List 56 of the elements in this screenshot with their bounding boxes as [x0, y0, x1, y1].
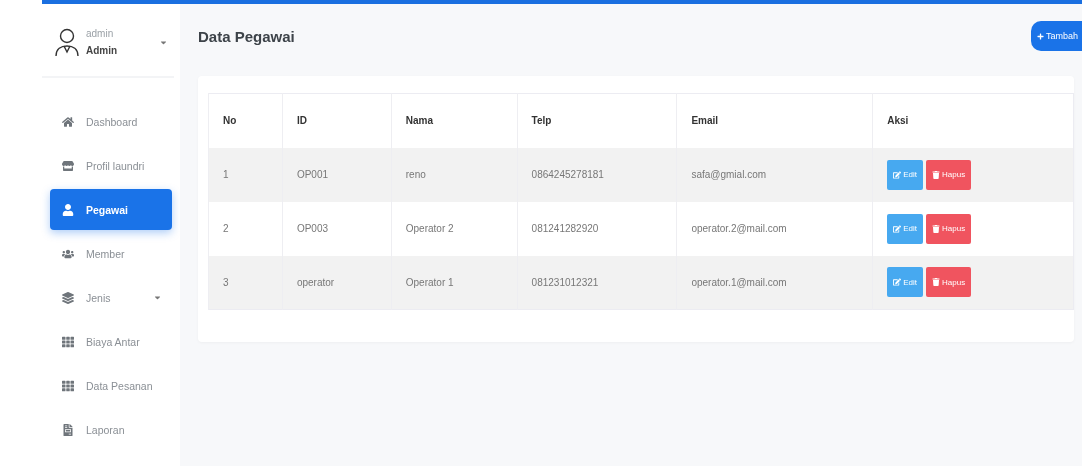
trash-icon [932, 278, 940, 287]
avatar-icon [54, 27, 80, 57]
table-cell: 1 [208, 147, 283, 202]
sidebar-item[interactable]: Jenis [50, 277, 172, 318]
sidebar-item[interactable]: Biaya Antar [50, 321, 172, 362]
store-icon [62, 159, 74, 172]
document-icon [62, 423, 74, 436]
sidebar-item[interactable]: Profil laundri [50, 145, 172, 186]
delete-button[interactable]: Hapus [926, 267, 972, 298]
table-cell: operator.1@mail.com [676, 255, 873, 310]
edit-icon [893, 224, 902, 233]
table-cell: safa@gmial.com [676, 147, 873, 202]
edit-button[interactable]: Edit [887, 213, 923, 244]
column-header: Aksi [872, 93, 1074, 148]
column-header: ID [282, 93, 392, 148]
column-header: Email [676, 93, 873, 148]
table-cell: OP003 [282, 201, 392, 256]
edit-button[interactable]: Edit [887, 159, 923, 190]
column-header: Nama [391, 93, 518, 148]
table-cell: 3 [208, 255, 283, 310]
sidebar-item[interactable]: Data Pesanan [50, 365, 172, 406]
trash-icon [932, 224, 940, 233]
caret-icon [153, 293, 162, 302]
delete-button[interactable]: Hapus [926, 213, 972, 244]
table-cell: operator [282, 255, 392, 310]
table-cell: OP001 [282, 147, 392, 202]
users-icon [62, 247, 74, 260]
column-header: Telp [517, 93, 677, 148]
plus-icon [1036, 32, 1044, 40]
add-button[interactable]: Tambah [1030, 21, 1082, 51]
edit-icon [893, 278, 902, 287]
table-cell: operator.2@mail.com [676, 201, 873, 256]
table-cell: Operator 1 [391, 255, 518, 310]
grid-icon [62, 379, 74, 392]
trash-icon [932, 170, 940, 179]
column-header: No [208, 93, 283, 148]
delete-button[interactable]: Hapus [926, 159, 972, 190]
layers-icon [62, 291, 74, 304]
sidebar-item[interactable]: Dashboard [50, 101, 172, 142]
table-cell: 0864245278181 [517, 147, 677, 202]
sidebar-item[interactable]: Pegawai [50, 189, 172, 230]
user-icon [62, 203, 74, 216]
edit-button[interactable]: Edit [887, 267, 923, 298]
sidebar-item[interactable]: Laporan [50, 409, 172, 450]
user-name: admin [86, 28, 115, 39]
grid-icon [62, 335, 74, 348]
table-cell: 2 [208, 201, 283, 256]
table-cell: Operator 2 [391, 201, 518, 256]
user-role: Admin [86, 45, 118, 56]
table-cell: reno [391, 147, 518, 202]
table-cell: 081231012321 [517, 255, 677, 310]
home-icon [62, 115, 74, 128]
page-title: Data Pegawai [198, 27, 295, 45]
edit-icon [893, 170, 902, 179]
sidebar-item[interactable]: Member [50, 233, 172, 274]
table-cell: 081241282920 [517, 201, 677, 256]
